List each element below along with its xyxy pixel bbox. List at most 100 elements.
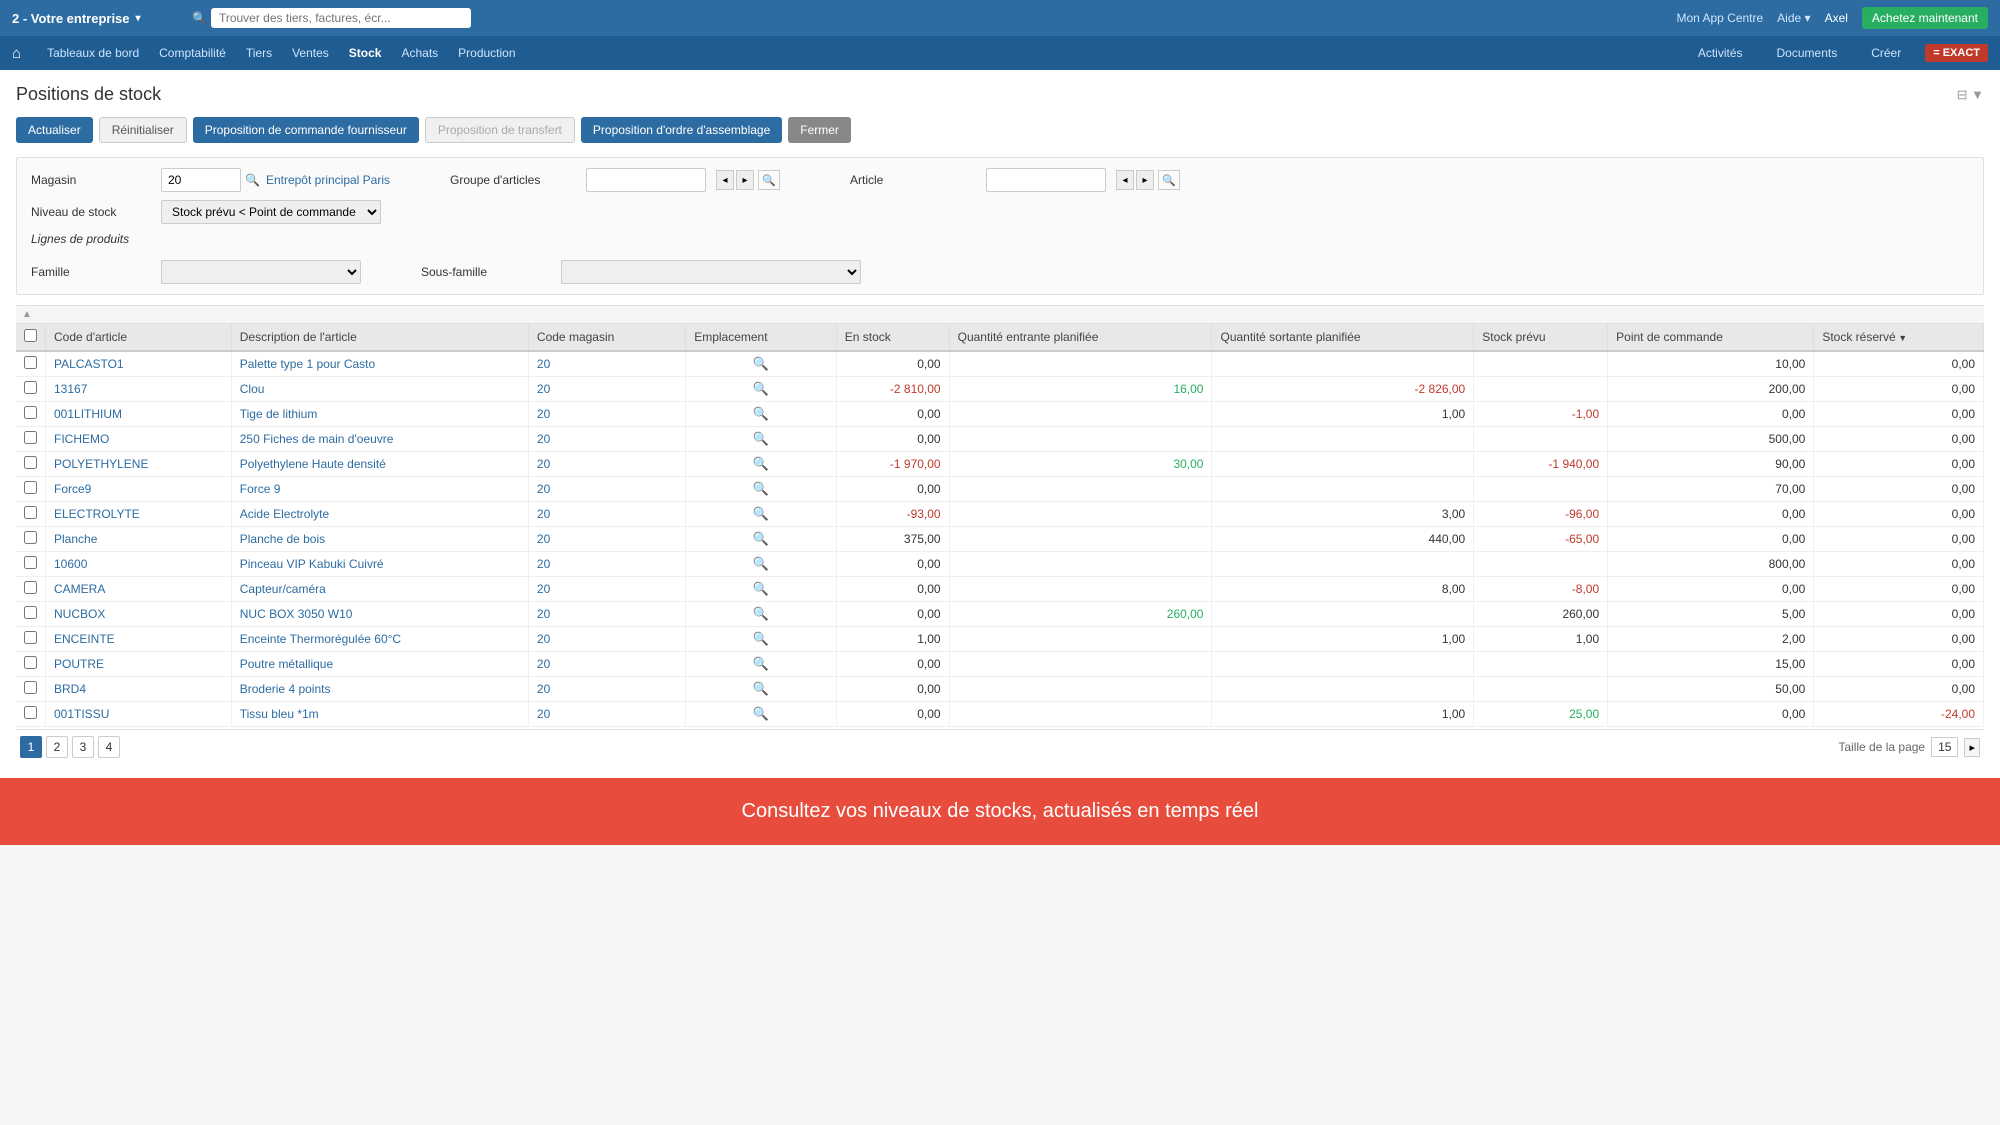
niveau-stock-select[interactable]: Stock prévu < Point de commande (161, 200, 381, 224)
cell-emplacement[interactable]: 🔍 (686, 351, 837, 377)
cell-magasin[interactable]: 20 (528, 627, 685, 652)
groupe-articles-input[interactable] (586, 168, 706, 192)
cell-code[interactable]: POUTRE (46, 652, 232, 677)
nav-comptabilite[interactable]: Comptabilité (149, 36, 236, 70)
sous-famille-select[interactable] (561, 260, 861, 284)
article-search-button[interactable]: 🔍 (1158, 170, 1180, 190)
article-prev-button[interactable]: ◂ (1116, 170, 1134, 190)
nav-achats[interactable]: Achats (391, 36, 448, 70)
cell-code[interactable]: BRD4 (46, 677, 232, 702)
row-checkbox[interactable] (24, 631, 37, 644)
cell-emplacement[interactable]: 🔍 (686, 477, 837, 502)
cell-description[interactable]: Poutre métallique (231, 652, 528, 677)
cell-code[interactable]: Planche (46, 527, 232, 552)
cell-magasin[interactable]: 20 (528, 577, 685, 602)
collapse-bar[interactable]: ▲ (16, 305, 1984, 324)
groupe-prev-button[interactable]: ◂ (716, 170, 734, 190)
magasin-link[interactable]: Entrepôt principal Paris (266, 173, 390, 187)
groupe-search-button[interactable]: 🔍 (758, 170, 780, 190)
cell-code[interactable]: 10600 (46, 552, 232, 577)
cell-emplacement[interactable]: 🔍 (686, 452, 837, 477)
header-stock-reserve[interactable]: Stock réservé (1814, 324, 1984, 351)
home-icon[interactable]: ⌂ (12, 45, 21, 62)
cell-emplacement[interactable]: 🔍 (686, 577, 837, 602)
cell-emplacement[interactable]: 🔍 (686, 402, 837, 427)
cell-emplacement[interactable]: 🔍 (686, 502, 837, 527)
app-centre-link[interactable]: Mon App Centre (1676, 11, 1763, 25)
row-checkbox[interactable] (24, 556, 37, 569)
cell-magasin[interactable]: 20 (528, 602, 685, 627)
cell-description[interactable]: Acide Electrolyte (231, 502, 528, 527)
cell-emplacement[interactable]: 🔍 (686, 652, 837, 677)
row-checkbox[interactable] (24, 706, 37, 719)
cell-magasin[interactable]: 20 (528, 502, 685, 527)
page-settings-icon[interactable]: ⊟ ▼ (1957, 87, 1984, 103)
row-checkbox[interactable] (24, 681, 37, 694)
cell-code[interactable]: POLYETHYLENE (46, 452, 232, 477)
cell-emplacement[interactable]: 🔍 (686, 427, 837, 452)
achetez-button[interactable]: Achetez maintenant (1862, 7, 1988, 29)
row-checkbox[interactable] (24, 506, 37, 519)
reinitialiser-button[interactable]: Réinitialiser (99, 117, 187, 143)
search-input[interactable] (211, 8, 471, 28)
proposition-transfert-button[interactable]: Proposition de transfert (425, 117, 575, 143)
page-size-next-button[interactable]: ▸ (1964, 738, 1980, 757)
cell-description[interactable]: Clou (231, 377, 528, 402)
nav-creer[interactable]: Créer (1861, 36, 1911, 70)
row-checkbox[interactable] (24, 456, 37, 469)
cell-code[interactable]: ENCEINTE (46, 627, 232, 652)
cell-magasin[interactable]: 20 (528, 702, 685, 727)
cell-emplacement[interactable]: 🔍 (686, 702, 837, 727)
nav-stock[interactable]: Stock (339, 36, 392, 70)
cell-description[interactable]: Force 9 (231, 477, 528, 502)
cell-description[interactable]: Enceinte Thermorégulée 60°C (231, 627, 528, 652)
cell-magasin[interactable]: 20 (528, 527, 685, 552)
cell-code[interactable]: 13167 (46, 377, 232, 402)
nav-tiers[interactable]: Tiers (236, 36, 282, 70)
cell-description[interactable]: 250 Fiches de main d'oeuvre (231, 427, 528, 452)
nav-tableaux[interactable]: Tableaux de bord (37, 36, 149, 70)
row-checkbox[interactable] (24, 431, 37, 444)
cell-description[interactable]: Polyethylene Haute densité (231, 452, 528, 477)
cell-magasin[interactable]: 20 (528, 552, 685, 577)
nav-activites[interactable]: Activités (1688, 36, 1753, 70)
row-checkbox[interactable] (24, 381, 37, 394)
select-all-checkbox[interactable] (24, 329, 37, 342)
cell-code[interactable]: Force9 (46, 477, 232, 502)
cell-magasin[interactable]: 20 (528, 402, 685, 427)
cell-description[interactable]: Tige de lithium (231, 402, 528, 427)
row-checkbox[interactable] (24, 481, 37, 494)
page-1[interactable]: 1 (20, 736, 42, 758)
cell-magasin[interactable]: 20 (528, 677, 685, 702)
cell-emplacement[interactable]: 🔍 (686, 602, 837, 627)
cell-emplacement[interactable]: 🔍 (686, 552, 837, 577)
header-checkbox[interactable] (16, 324, 46, 351)
page-4[interactable]: 4 (98, 736, 120, 758)
cell-emplacement[interactable]: 🔍 (686, 677, 837, 702)
company-selector[interactable]: 2 - Votre entreprise ▾ (12, 11, 192, 26)
cell-description[interactable]: Planche de bois (231, 527, 528, 552)
famille-select[interactable] (161, 260, 361, 284)
row-checkbox[interactable] (24, 656, 37, 669)
cell-magasin[interactable]: 20 (528, 351, 685, 377)
row-checkbox[interactable] (24, 606, 37, 619)
nav-production[interactable]: Production (448, 36, 525, 70)
cell-emplacement[interactable]: 🔍 (686, 377, 837, 402)
proposition-assemblage-button[interactable]: Proposition d'ordre d'assemblage (581, 117, 782, 143)
groupe-next-button[interactable]: ▸ (736, 170, 754, 190)
cell-magasin[interactable]: 20 (528, 477, 685, 502)
cell-description[interactable]: Tissu bleu *1m (231, 702, 528, 727)
cell-code[interactable]: NUCBOX (46, 602, 232, 627)
cell-description[interactable]: Broderie 4 points (231, 677, 528, 702)
actualiser-button[interactable]: Actualiser (16, 117, 93, 143)
cell-magasin[interactable]: 20 (528, 377, 685, 402)
cell-description[interactable]: Pinceau VIP Kabuki Cuivré (231, 552, 528, 577)
cell-emplacement[interactable]: 🔍 (686, 527, 837, 552)
cell-code[interactable]: CAMERA (46, 577, 232, 602)
cell-code[interactable]: PALCASTO1 (46, 351, 232, 377)
row-checkbox[interactable] (24, 531, 37, 544)
cell-code[interactable]: 001TISSU (46, 702, 232, 727)
nav-ventes[interactable]: Ventes (282, 36, 339, 70)
cell-description[interactable]: Capteur/caméra (231, 577, 528, 602)
cell-code[interactable]: ELECTROLYTE (46, 502, 232, 527)
